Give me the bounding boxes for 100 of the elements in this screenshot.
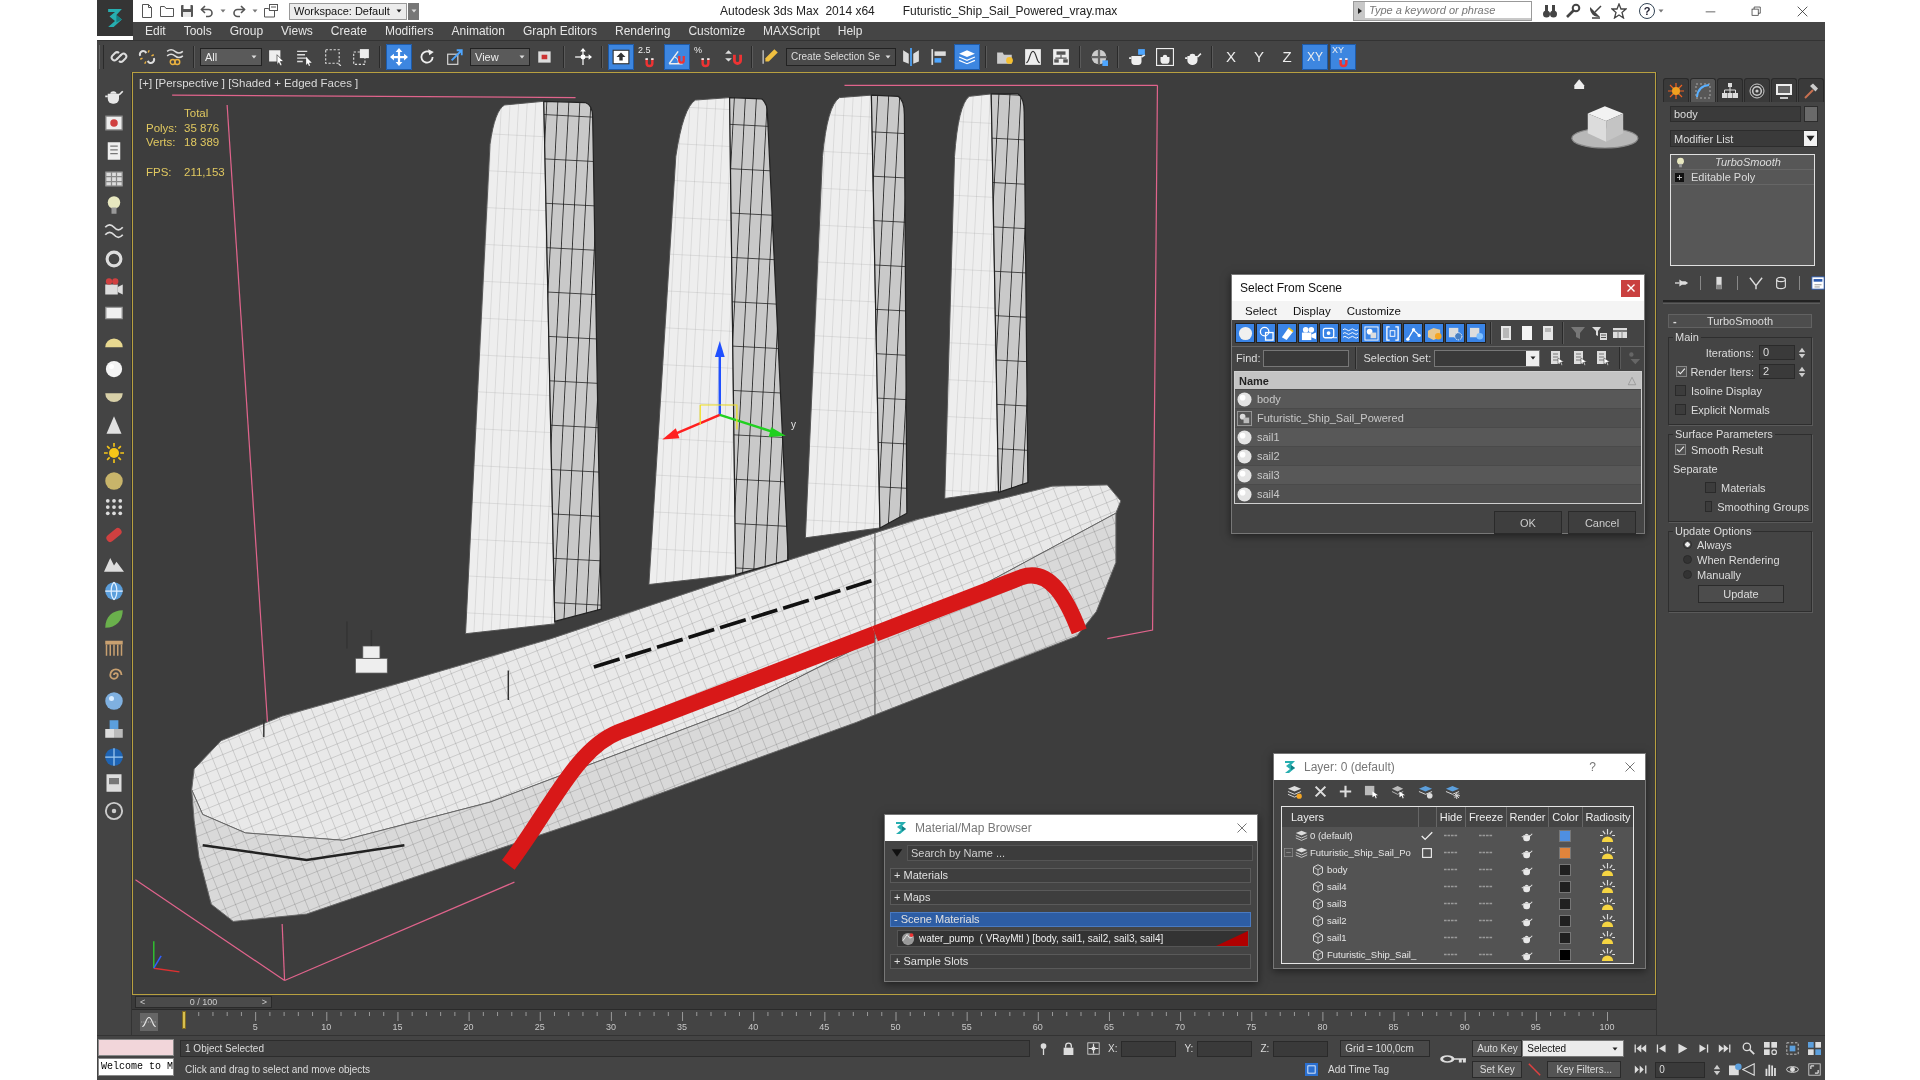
toolbar-dropdown[interactable]: Create Selection Se xyxy=(786,47,896,66)
menu-item[interactable]: Tools xyxy=(174,24,221,38)
object-name[interactable]: sail1 xyxy=(1327,932,1347,943)
sphere-icon[interactable] xyxy=(104,359,124,379)
script-output-field[interactable]: Welcome to M xyxy=(98,1058,174,1076)
filter-toggle-button[interactable] xyxy=(1382,323,1402,343)
menu-item[interactable]: Create xyxy=(321,24,376,38)
column-header[interactable]: Layers xyxy=(1282,807,1418,827)
cube-stack-icon[interactable] xyxy=(104,719,124,739)
color-swatch-icon[interactable] xyxy=(1804,106,1818,122)
menu-item[interactable]: Select xyxy=(1237,304,1285,317)
bell-curve-icon[interactable] xyxy=(140,1013,158,1031)
dash-icon[interactable] xyxy=(1478,919,1493,922)
home-icon[interactable] xyxy=(1574,79,1585,89)
stack-item[interactable]: Editable Poly xyxy=(1671,170,1814,185)
dot-triangle-icon[interactable] xyxy=(1627,351,1642,365)
toolbar-button[interactable]: % xyxy=(692,43,718,70)
dash-icon[interactable] xyxy=(1478,902,1493,905)
checkbox[interactable] xyxy=(1676,366,1688,377)
leaf-icon[interactable] xyxy=(104,609,124,629)
workspace-dropdown[interactable]: Workspace: Default xyxy=(289,2,407,20)
panel-tab[interactable] xyxy=(1690,78,1716,102)
toolbar-menu-button[interactable] xyxy=(408,2,419,20)
axis-constraint-button[interactable]: Z xyxy=(1274,43,1300,70)
window-icon[interactable] xyxy=(1811,276,1825,290)
current-frame-field[interactable]: 0 xyxy=(1655,1061,1706,1078)
spinner-arrows-icon[interactable] xyxy=(1798,345,1806,360)
dashed-frame-icon[interactable] xyxy=(1786,1042,1800,1055)
skip-forward-icon[interactable] xyxy=(1718,1042,1732,1055)
spinner-field[interactable]: 2 xyxy=(1759,364,1795,379)
color-swatch-icon[interactable] xyxy=(1559,948,1571,961)
header-page-icon[interactable] xyxy=(1540,325,1556,341)
color-swatch-icon[interactable] xyxy=(1559,846,1571,859)
menu-item[interactable]: Views xyxy=(272,24,322,38)
object-row[interactable]: sail3 xyxy=(1235,465,1641,484)
corner-brackets-icon[interactable] xyxy=(1808,1063,1822,1076)
spinner-field[interactable]: 0 xyxy=(1759,345,1795,360)
page-cursor-icon[interactable] xyxy=(1595,350,1612,366)
lamp-icon[interactable] xyxy=(1600,930,1615,945)
magnifier-icon[interactable] xyxy=(1742,1042,1756,1055)
checkbox[interactable] xyxy=(1675,404,1686,415)
cylinder-icon[interactable] xyxy=(1774,276,1788,290)
auto-key-button[interactable]: Auto Key xyxy=(1472,1040,1523,1057)
column-header[interactable]: Hide xyxy=(1436,807,1465,827)
coordinate-field[interactable] xyxy=(1121,1040,1177,1057)
blank-page-icon[interactable] xyxy=(1519,325,1535,341)
modifier-list-dropdown[interactable]: Modifier List xyxy=(1670,130,1818,147)
object-row[interactable]: sail2 xyxy=(1235,446,1641,465)
stacked-folders-icon[interactable] xyxy=(263,3,279,19)
check-icon[interactable] xyxy=(1421,829,1433,842)
wrench-icon[interactable] xyxy=(1565,3,1581,19)
lamp-icon[interactable] xyxy=(1600,879,1615,894)
funnel-list-icon[interactable] xyxy=(1591,325,1607,341)
eye-icon[interactable] xyxy=(1786,1063,1800,1076)
checkbox[interactable] xyxy=(1705,501,1713,512)
object-name[interactable]: body xyxy=(1327,864,1348,875)
globe-icon[interactable] xyxy=(104,747,124,767)
menu-item[interactable]: Rendering xyxy=(606,24,680,38)
menu-item[interactable]: Edit xyxy=(136,24,175,38)
next-frame-button[interactable]: > xyxy=(261,997,267,1007)
square-cursor-icon[interactable] xyxy=(1364,783,1379,799)
page-cursor-icon[interactable] xyxy=(1572,350,1589,366)
panel-tab[interactable] xyxy=(1717,78,1743,102)
previous-frame-button[interactable]: < xyxy=(140,997,146,1007)
lamp-icon[interactable] xyxy=(1600,947,1615,962)
menu-item[interactable]: Animation xyxy=(442,24,514,38)
menu-item[interactable]: Display xyxy=(1284,304,1339,317)
dash-icon[interactable] xyxy=(1443,919,1458,922)
layer-name[interactable]: Futuristic_Ship_Sail_Po xyxy=(1310,847,1411,858)
layers-circle-icon[interactable] xyxy=(1418,783,1433,799)
columns-icon[interactable] xyxy=(1612,325,1628,341)
triangle-outline-icon[interactable] xyxy=(1742,1063,1756,1076)
filter-toggle-button[interactable] xyxy=(1319,323,1339,343)
filter-toggle-button[interactable] xyxy=(1277,323,1297,343)
object-name[interactable]: sail3 xyxy=(1327,898,1347,909)
menu-item[interactable]: Graph Editors xyxy=(513,24,606,38)
dash-icon[interactable] xyxy=(1478,851,1493,854)
search-field[interactable]: Type a keyword or phrase xyxy=(1365,2,1531,18)
lock-icon[interactable] xyxy=(1062,1042,1075,1055)
redo-icon[interactable] xyxy=(231,3,247,19)
vertical-bars-icon[interactable] xyxy=(1764,1063,1778,1076)
coordinate-field[interactable] xyxy=(1273,1040,1329,1057)
close-icon[interactable] xyxy=(1236,822,1248,834)
wave-icon[interactable] xyxy=(104,221,124,241)
menu-item[interactable]: MAXScript xyxy=(754,24,829,38)
step-forward-icon[interactable] xyxy=(1697,1042,1711,1055)
disc-icon[interactable] xyxy=(104,471,124,491)
fork-icon[interactable] xyxy=(1749,276,1763,290)
dialog-button[interactable]: Cancel xyxy=(1568,511,1636,534)
lamp-icon[interactable] xyxy=(1600,896,1615,911)
square-dot-icon[interactable] xyxy=(1729,1063,1743,1076)
section-header[interactable]: + Maps xyxy=(890,890,1251,905)
app-logo-icon[interactable] xyxy=(97,0,133,36)
camera-icon[interactable] xyxy=(104,277,124,297)
dash-icon[interactable] xyxy=(1443,902,1458,905)
script-input-field[interactable] xyxy=(98,1039,174,1056)
sun-icon[interactable] xyxy=(104,443,124,463)
close-icon[interactable] xyxy=(1624,761,1636,773)
menu-item[interactable]: Group xyxy=(220,24,273,38)
ship-stern-drawing[interactable] xyxy=(804,93,1122,716)
